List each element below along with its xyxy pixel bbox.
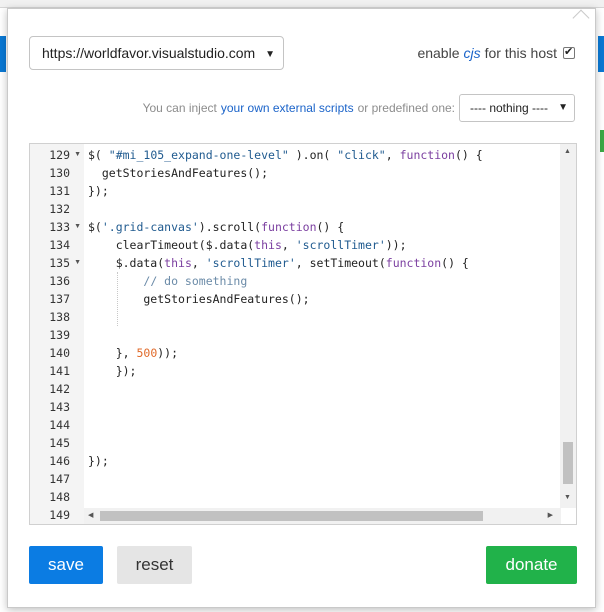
reset-button[interactable]: reset xyxy=(117,546,192,584)
code-editor[interactable]: 129 ▼ 130 131 132 133 ▼ 134 135 ▼ 136 137 138 139 140 1… xyxy=(29,143,577,525)
code-line: clearTimeout($.data(this, 'scrollTimer')… xyxy=(88,238,407,252)
host-select[interactable]: https://worldfavor.visualstudio.com ▼ xyxy=(29,36,284,70)
donate-button[interactable]: donate xyxy=(486,546,577,584)
line-number: 134 xyxy=(49,238,70,252)
horizontal-scroll-thumb[interactable] xyxy=(100,511,483,521)
fold-arrow-icon[interactable]: ▼ xyxy=(74,146,81,164)
caret-down-icon: ▼ xyxy=(558,102,568,113)
browser-toolbar-edge xyxy=(0,0,604,8)
predefined-script-select[interactable]: ---- nothing ---- ▼ xyxy=(459,94,575,122)
code-line: // do something xyxy=(143,274,248,288)
inject-prefix: You can inject xyxy=(142,101,217,115)
line-number: 141 xyxy=(49,364,70,378)
line-number: 139 xyxy=(49,328,70,342)
inject-row: You can inject your own external scripts… xyxy=(143,94,575,122)
line-number: 147 xyxy=(49,472,70,486)
enable-label-suffix: for this host xyxy=(484,45,557,61)
line-number: 148 xyxy=(49,490,70,504)
horizontal-scrollbar[interactable]: ◀ ▶ xyxy=(84,508,561,524)
indent-guide xyxy=(117,272,118,326)
vertical-scroll-thumb[interactable] xyxy=(563,442,573,484)
background-header-left xyxy=(0,36,6,72)
code-line: $.data(this, 'scrollTimer', setTimeout(f… xyxy=(88,256,469,270)
popup-arrow xyxy=(572,9,590,27)
line-number: 137 xyxy=(49,292,70,306)
scroll-left-icon[interactable]: ◀ xyxy=(88,511,93,519)
cjs-label: cjs xyxy=(463,45,481,61)
code-line: }); xyxy=(88,364,137,378)
scroll-up-icon[interactable]: ▲ xyxy=(564,148,571,155)
save-button[interactable]: save xyxy=(29,546,103,584)
line-number: 132 xyxy=(49,202,70,216)
code-line: $('.grid-canvas').scroll(function() { xyxy=(88,220,345,234)
code-line: getStoriesAndFeatures(); xyxy=(88,292,310,306)
vertical-scrollbar[interactable]: ▲ ▼ xyxy=(560,144,576,508)
predefined-select-value: ---- nothing ---- xyxy=(470,101,549,115)
code-line: $( "#mi_105_expand-one-level" ).on( "cli… xyxy=(88,148,483,162)
scroll-right-icon[interactable]: ▶ xyxy=(548,511,553,519)
line-number-gutter: 129 ▼ 130 131 132 133 ▼ 134 135 ▼ 136 137 138 139 140 1… xyxy=(30,144,84,524)
caret-down-icon: ▼ xyxy=(265,49,275,60)
line-number: 138 xyxy=(49,310,70,324)
code-content[interactable]: $( "#mi_105_expand-one-level" ).on( "cli… xyxy=(88,144,558,514)
code-line: getStoriesAndFeatures(); xyxy=(88,166,269,180)
line-number: 130 xyxy=(49,166,70,180)
line-number: 149 xyxy=(49,508,70,522)
line-number: 146 xyxy=(49,454,70,468)
external-scripts-link[interactable]: your own external scripts xyxy=(221,101,354,115)
host-select-value: https://worldfavor.visualstudio.com xyxy=(42,45,256,61)
line-number: 133 xyxy=(49,220,70,234)
background-accent-right xyxy=(600,130,604,152)
line-number: 144 xyxy=(49,418,70,432)
enable-label-prefix: enable xyxy=(417,45,460,61)
line-number: 142 xyxy=(49,382,70,396)
line-number: 136 xyxy=(49,274,70,288)
enable-cjs-checkbox[interactable] xyxy=(563,45,575,59)
line-number: 143 xyxy=(49,400,70,414)
line-number: 140 xyxy=(49,346,70,360)
line-number: 131 xyxy=(49,184,70,198)
background-header-right xyxy=(598,36,604,72)
fold-arrow-icon[interactable]: ▼ xyxy=(74,218,81,236)
fold-arrow-icon[interactable]: ▼ xyxy=(74,254,81,272)
line-number: 129 xyxy=(49,148,70,162)
inject-suffix: or predefined one: xyxy=(357,101,455,115)
code-line: }, 500)); xyxy=(88,346,179,360)
scroll-down-icon[interactable]: ▼ xyxy=(564,494,571,501)
extension-popup: https://worldfavor.visualstudio.com ▼ en… xyxy=(7,8,596,608)
line-number: 145 xyxy=(49,436,70,450)
line-number: 135 xyxy=(49,256,70,270)
enable-cjs-row: enable cjs for this host xyxy=(417,45,575,61)
code-line: }); xyxy=(88,454,109,468)
code-line: }); xyxy=(88,184,109,198)
